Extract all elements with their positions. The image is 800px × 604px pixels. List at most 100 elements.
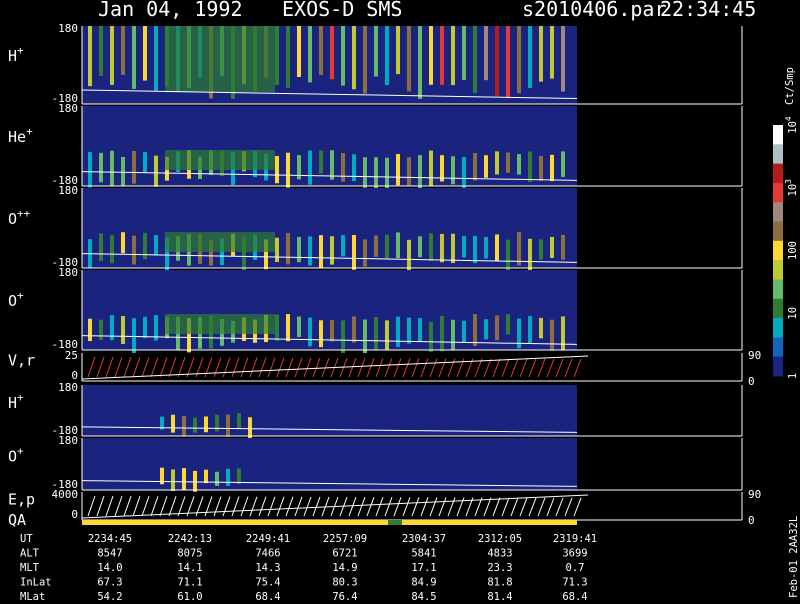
ephemeris-cell: 8547: [97, 548, 122, 560]
spectral-burst: [385, 157, 389, 192]
spectral-burst: [286, 152, 290, 188]
spectral-burst: [374, 26, 378, 77]
spectral-burst: [154, 155, 158, 187]
top-tick: 4000: [52, 488, 79, 501]
panel-6: 180-180O+: [8, 434, 743, 492]
spectral-burst: [495, 315, 499, 341]
energy-blob: [165, 150, 275, 170]
qa-label: QA: [8, 511, 26, 529]
spectral-burst: [143, 316, 147, 339]
spectral-burst: [506, 152, 510, 173]
spectral-burst: [319, 320, 323, 348]
spectral-burst: [363, 319, 367, 354]
spectral-burst: [132, 318, 136, 354]
spectral-burst: [297, 236, 301, 263]
spectral-burst: [143, 152, 147, 173]
qa-bar: [82, 520, 577, 525]
spectral-burst: [275, 237, 279, 263]
header-date: Jan 04, 1992: [98, 0, 243, 21]
spectral-burst: [341, 153, 345, 182]
ephemeris-cell: 84.9: [411, 577, 436, 589]
spectral-burst: [88, 152, 92, 188]
spectral-burst: [121, 156, 125, 187]
ephemeris-cell: 2304:37: [402, 533, 446, 545]
spectral-burst: [363, 26, 367, 94]
ephemeris-cell: 76.4: [332, 591, 357, 600]
spectral-burst: [297, 316, 301, 338]
energy-blob: [165, 232, 275, 252]
ephemeris-cell: 81.8: [487, 577, 512, 589]
top-tick: 180: [58, 434, 78, 447]
spectral-burst: [182, 468, 186, 490]
spectral-burst: [440, 26, 444, 85]
ephemeris-cell: 23.3: [487, 562, 512, 574]
spectral-burst: [451, 26, 455, 86]
spectral-burst: [429, 321, 433, 352]
spectral-burst: [561, 151, 565, 177]
spectral-burst: [193, 470, 197, 492]
ephemeris-cell: 2319:41: [553, 533, 597, 545]
spectral-burst: [99, 233, 103, 262]
spectral-burst: [517, 154, 521, 175]
panel-label: H+: [8, 44, 24, 65]
spectral-burst: [143, 232, 147, 260]
colorbar-swatch: [773, 144, 783, 165]
panel-label: V,r: [8, 352, 35, 370]
ephemeris-cell: 2312:05: [478, 533, 522, 545]
spectral-burst: [182, 416, 186, 437]
panel-label-superscript: ++: [17, 207, 31, 220]
colorbar: 1 10 100 103 104 Ct/Smp: [773, 67, 799, 379]
spectral-burst: [99, 152, 103, 183]
spectral-burst: [286, 26, 290, 88]
spectral-burst: [528, 26, 532, 88]
ephemeris-row-label: MLat: [20, 591, 45, 600]
spectral-burst: [132, 235, 136, 265]
spectral-burst: [528, 151, 532, 182]
spectral-burst: [237, 468, 241, 485]
panel-plot-area: [82, 188, 577, 268]
spectral-burst: [110, 26, 114, 85]
spectral-burst: [308, 26, 312, 83]
spectral-burst: [319, 150, 323, 174]
spectral-burst: [539, 317, 543, 339]
spectral-burst: [407, 157, 411, 187]
top-tick: 180: [58, 102, 78, 115]
panels: 180-180H+180-180He+180-180O++180-180O+90…: [8, 22, 761, 527]
panel-label: H+: [8, 391, 24, 412]
spectral-burst: [396, 153, 400, 186]
spectral-burst: [204, 416, 208, 433]
spectral-burst: [121, 26, 125, 75]
spectral-burst: [154, 235, 158, 256]
colorbar-swatch: [773, 337, 783, 358]
panel-label: O++: [8, 207, 31, 228]
ephemeris-cell: 67.3: [97, 577, 122, 589]
spectral-burst: [374, 235, 378, 257]
panel-label-superscript: +: [17, 44, 24, 57]
spectral-burst: [352, 316, 356, 343]
ephemeris-row-label: InLat: [20, 577, 52, 589]
spectral-burst: [451, 233, 455, 264]
top-tick: 180: [58, 184, 78, 197]
ephemeris-cell: 3699: [562, 548, 587, 560]
panel-label-superscript: +: [17, 391, 24, 404]
spectral-burst: [330, 26, 334, 80]
spectral-burst: [539, 155, 543, 181]
panel-plot-area: [82, 438, 577, 490]
spectral-burst: [319, 26, 323, 75]
panel-label-superscript: +: [26, 125, 33, 138]
spectral-burst: [385, 26, 389, 86]
ephemeris-cell: 2249:41: [246, 533, 290, 545]
spectral-burst: [308, 317, 312, 347]
spectral-burst: [418, 318, 422, 342]
ephemeris-cell: 71.1: [177, 577, 202, 589]
spectral-burst: [308, 236, 312, 266]
colorbar-tick: 10: [787, 307, 799, 320]
spectral-burst: [374, 157, 378, 189]
colorbar-unit: Ct/Smp: [784, 67, 796, 105]
header-file: s2010406.par: [522, 0, 667, 21]
spectral-burst: [506, 314, 510, 335]
ephemeris-row-label: MLT: [20, 562, 40, 574]
spectral-burst: [495, 26, 499, 97]
spectral-burst: [88, 318, 92, 342]
ephemeris-cell: 5841: [411, 548, 436, 560]
